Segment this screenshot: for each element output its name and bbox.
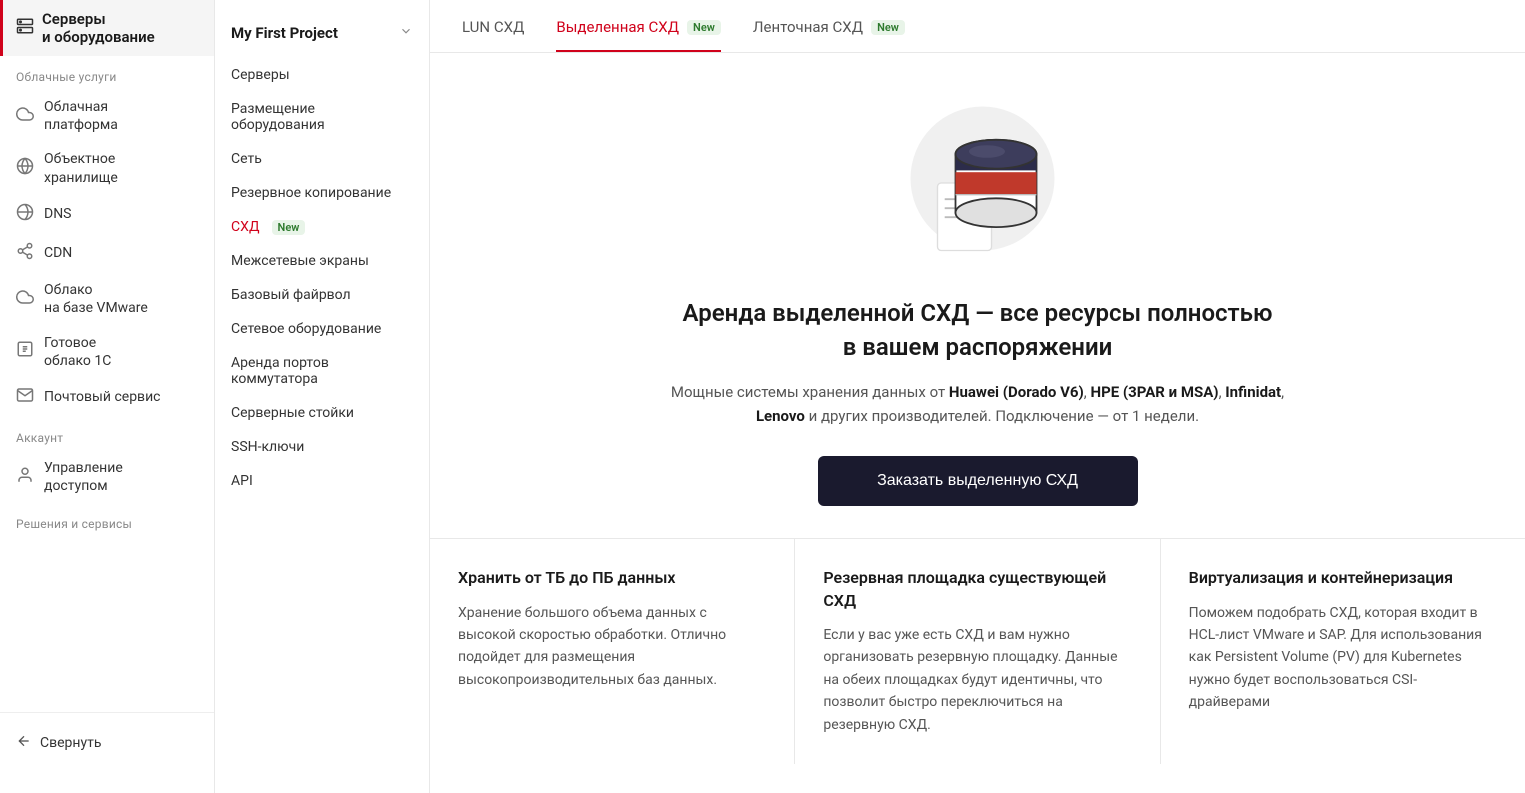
sidebar-item-vmware[interactable]: Облако на базе VMware: [0, 273, 214, 325]
feature-storage-desc: Хранение большого объема данных с высоко…: [458, 602, 766, 692]
feature-backup-title: Резервная площадка существующей СХД: [823, 567, 1131, 612]
mail-icon: [16, 386, 34, 409]
nav-storage-label: СХД: [231, 219, 260, 235]
sidebar-item-servers[interactable]: Серверы и оборудование: [0, 0, 214, 56]
nav-network[interactable]: Сеть: [215, 142, 429, 176]
sidebar-item-cloud-platform[interactable]: Облачная платформа: [0, 90, 214, 142]
nav-basic-firewall-label: Базовый файрвол: [231, 287, 351, 303]
feature-storage-title: Хранить от ТБ до ПБ данных: [458, 567, 766, 589]
sidebar-active-label-1: Серверы: [42, 10, 155, 28]
dns-label: DNS: [44, 205, 72, 223]
feature-storage-capacity: Хранить от ТБ до ПБ данных Хранение боль…: [430, 539, 795, 764]
nav-backup-label: Резервное копирование: [231, 185, 391, 201]
left-sidebar: Серверы и оборудование Облачные услуги О…: [0, 0, 215, 793]
collapse-label: Свернуть: [40, 735, 101, 751]
hero-section: Аренда выделенной СХД — все ресурсы полн…: [430, 53, 1525, 538]
chevron-down-icon: [399, 24, 413, 42]
nav-ssh-keys[interactable]: SSH-ключи: [215, 430, 429, 464]
tab-dedicated-label: Выделенная СХД: [556, 18, 679, 36]
nav-network-equipment[interactable]: Сетевое оборудование: [215, 312, 429, 346]
cloud-services-section: Облачные услуги: [0, 56, 214, 90]
sidebar-item-access[interactable]: Управление доступом: [0, 451, 214, 503]
feature-backup-site: Резервная площадка существующей СХД Если…: [795, 539, 1160, 764]
user-icon: [16, 466, 34, 489]
server-icon: [16, 17, 34, 39]
nav-hardware[interactable]: Размещение оборудования: [215, 92, 429, 142]
feature-backup-desc: Если у вас уже есть СХД и вам нужно орга…: [823, 624, 1131, 736]
features-row: Хранить от ТБ до ПБ данных Хранение боль…: [430, 538, 1525, 764]
nav-network-label: Сеть: [231, 151, 262, 167]
1c-icon: [16, 340, 34, 363]
sidebar-item-mail[interactable]: Почтовый сервис: [0, 378, 214, 417]
feature-virtualization: Виртуализация и контейнеризация Поможем …: [1161, 539, 1525, 764]
sidebar-active-label-2: и оборудование: [42, 28, 155, 46]
feature-virt-desc: Поможем подобрать СХД, которая входит в …: [1189, 602, 1497, 714]
project-name: My First Project: [231, 24, 338, 42]
nav-ssh-label: SSH-ключи: [231, 439, 304, 455]
tab-lun[interactable]: LUN СХД: [462, 0, 524, 52]
cloud-icon: [16, 105, 34, 128]
solutions-section: Решения и сервисы: [0, 503, 214, 537]
dns-icon: [16, 203, 34, 226]
nav-basic-firewall[interactable]: Базовый файрвол: [215, 278, 429, 312]
middle-navigation: My First Project Серверы Размещение обор…: [215, 0, 430, 793]
nav-api[interactable]: API: [215, 464, 429, 498]
cdn-label: CDN: [44, 244, 72, 262]
tabs-bar: LUN СХД Выделенная СХД New Ленточная СХД…: [430, 0, 1525, 53]
nav-firewalls[interactable]: Межсетевые экраны: [215, 244, 429, 278]
mail-label: Почтовый сервис: [44, 388, 160, 406]
hero-illustration: [888, 93, 1068, 273]
sidebar-item-object-storage[interactable]: Объектное хранилище: [0, 142, 214, 194]
feature-virt-title: Виртуализация и контейнеризация: [1189, 567, 1497, 589]
nav-network-equipment-label: Сетевое оборудование: [231, 321, 381, 337]
sidebar-item-1c[interactable]: Готовое облако 1С: [0, 326, 214, 378]
project-selector[interactable]: My First Project: [215, 16, 429, 58]
dedicated-new-badge: New: [687, 20, 721, 35]
nav-servers[interactable]: Серверы: [215, 58, 429, 92]
nav-server-racks-label: Серверные стойки: [231, 405, 354, 421]
object-storage-icon: [16, 157, 34, 180]
nav-backup[interactable]: Резервное копирование: [215, 176, 429, 210]
account-section: Аккаунт: [0, 417, 214, 451]
storage-new-badge: New: [272, 220, 306, 235]
nav-api-label: API: [231, 473, 253, 489]
nav-port-rental[interactable]: Аренда портов коммутатора: [215, 346, 429, 396]
nav-servers-label: Серверы: [231, 67, 290, 83]
hero-title: Аренда выделенной СХД — все ресурсы полн…: [678, 297, 1278, 364]
tab-tape-label: Ленточная СХД: [753, 18, 863, 36]
hero-description: Мощные системы хранения данных от Huawei…: [668, 380, 1288, 428]
cdn-icon: [16, 242, 34, 265]
nav-storage[interactable]: СХД New: [215, 210, 429, 244]
sidebar-item-cdn[interactable]: CDN: [0, 234, 214, 273]
collapse-button[interactable]: Свернуть: [16, 725, 198, 761]
nav-firewalls-label: Межсетевые экраны: [231, 253, 369, 269]
sidebar-item-dns[interactable]: DNS: [0, 195, 214, 234]
tab-lun-label: LUN СХД: [462, 18, 524, 36]
nav-server-racks[interactable]: Серверные стойки: [215, 396, 429, 430]
main-content: LUN СХД Выделенная СХД New Ленточная СХД…: [430, 0, 1525, 793]
tab-tape[interactable]: Ленточная СХД New: [753, 0, 905, 52]
vmware-icon: [16, 288, 34, 311]
tape-new-badge: New: [871, 20, 905, 35]
order-button[interactable]: Заказать выделенную СХД: [818, 456, 1138, 506]
arrow-left-icon: [16, 733, 32, 753]
tab-dedicated[interactable]: Выделенная СХД New: [556, 0, 720, 52]
